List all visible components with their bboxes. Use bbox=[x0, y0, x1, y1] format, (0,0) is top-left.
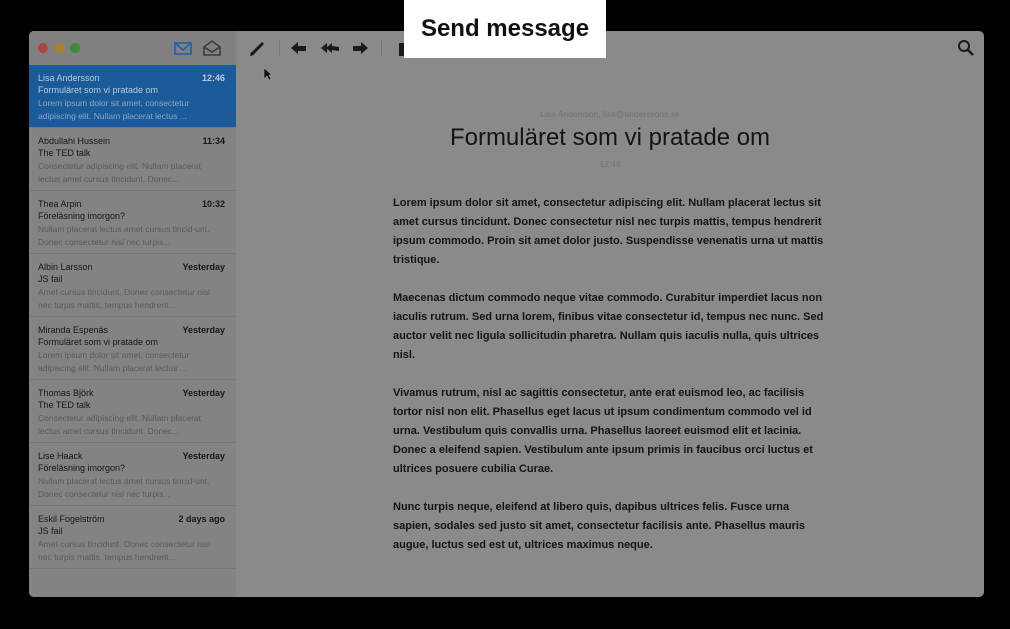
mail-title: Formuläret som vi pratade om bbox=[449, 124, 771, 151]
mail-body: Lorem ipsum dolor sit amet, consectetur … bbox=[393, 194, 829, 574]
message-sender: Albin Larsson bbox=[38, 262, 93, 272]
message-sender: Lisa Andersson bbox=[38, 73, 100, 83]
zoom-window-button[interactable] bbox=[70, 43, 80, 53]
message-time: 12:46 bbox=[201, 73, 225, 83]
message-list-item[interactable]: Thomas Björk Yesterday The TED talk Consect… bbox=[29, 380, 236, 443]
message-subject: Föreläsning imorgon? bbox=[38, 463, 126, 473]
reply-icon[interactable] bbox=[289, 39, 309, 57]
forward-icon[interactable] bbox=[350, 39, 370, 57]
message-subject: JS fail bbox=[38, 274, 63, 284]
message-preview: Lorem ipsum dolor sit amet, consectetur … bbox=[38, 98, 190, 121]
message-list-item[interactable]: Abdullahi Hussein 11:34 The TED talk Consec… bbox=[29, 128, 236, 191]
mail-paragraph: Maecenas dictum commodo neque vitae comm… bbox=[393, 292, 824, 361]
close-window-button[interactable] bbox=[38, 43, 48, 53]
message-subject: The TED talk bbox=[38, 148, 91, 158]
message-list-item[interactable]: Eskil Fogelström 2 days ago JS fail Amet cu… bbox=[29, 506, 236, 569]
toolbar-divider bbox=[279, 40, 280, 56]
message-subject: The TED talk bbox=[38, 400, 91, 410]
message-sender: Abdullahi Hussein bbox=[38, 136, 111, 146]
mail-from: Lisa Andersson, lisa@anderssons.se bbox=[540, 109, 680, 119]
mail-paragraph: Lorem ipsum dolor sit amet, consectetur … bbox=[393, 197, 824, 266]
send-message-label: Send message bbox=[404, 0, 606, 58]
toolbar-divider bbox=[381, 40, 382, 56]
reply-all-icon[interactable] bbox=[320, 39, 340, 57]
message-time: 11:34 bbox=[202, 136, 225, 146]
compose-icon[interactable] bbox=[248, 39, 268, 57]
message-preview: Consectetur adipiscing elit. Nullam plac… bbox=[38, 413, 201, 436]
search-icon[interactable] bbox=[956, 39, 976, 57]
mouse-cursor-icon bbox=[263, 67, 273, 81]
message-subject: Formuläret som vi pratade om bbox=[38, 85, 159, 95]
archive-icon[interactable] bbox=[202, 39, 222, 57]
message-list-item[interactable]: Thea Arpin 10:32 Föreläsning imorgon? Nulla… bbox=[29, 191, 236, 254]
message-preview: Consectetur adipiscing elit. Nullam plac… bbox=[38, 161, 201, 184]
message-list-item[interactable]: Lisa Andersson 12:46 Formuläret som vi pra… bbox=[29, 65, 236, 128]
mail-paragraph: Nunc turpis neque, eleifend at libero qu… bbox=[393, 501, 806, 551]
message-view: Lisa Andersson, lisa@anderssons.se Formu… bbox=[236, 65, 984, 597]
message-preview: Lorem ipsum dolor sit amet, consectetur … bbox=[38, 350, 190, 373]
message-time: Yesterday bbox=[182, 325, 225, 335]
message-list-item[interactable]: Albin Larsson Yesterday JS fail Amet cursus… bbox=[29, 254, 236, 317]
message-subject: Formuläret som vi pratade om bbox=[38, 337, 159, 347]
message-subject: JS fail bbox=[38, 526, 63, 536]
message-subject: Föreläsning imorgon? bbox=[38, 211, 126, 221]
message-sender: Thea Arpin bbox=[38, 199, 82, 209]
message-preview: Amet cursus tincidunt. Donec consectetur… bbox=[38, 539, 210, 562]
inbox-icon[interactable] bbox=[173, 39, 193, 57]
message-preview: Amet cursus tincidunt. Donec consectetur… bbox=[38, 287, 210, 310]
message-list-item[interactable]: Miranda Espenäs Yesterday Formuläret som v… bbox=[29, 317, 236, 380]
mail-time: 12:46 bbox=[599, 159, 621, 169]
sidebar-titlebar bbox=[29, 31, 236, 65]
message-time: Yesterday bbox=[182, 388, 225, 398]
toolbar bbox=[236, 31, 984, 65]
message-preview: Nullam placerat lectus amet cursus tinci… bbox=[38, 476, 210, 499]
mail-window: Lisa Andersson 12:46 Formuläret som vi pra… bbox=[29, 31, 984, 597]
sidebar: Lisa Andersson 12:46 Formuläret som vi pra… bbox=[29, 31, 236, 597]
mail-paragraph: Vivamus rutrum, nisl ac sagittis consect… bbox=[393, 387, 813, 475]
message-sender: Thomas Björk bbox=[38, 388, 94, 398]
message-time: 10:32 bbox=[201, 199, 225, 209]
message-preview: Nullam placerat lectus amet cursus tinci… bbox=[38, 224, 210, 247]
message-time: Yesterday bbox=[182, 262, 225, 272]
message-sender: Miranda Espenäs bbox=[38, 325, 109, 335]
message-list-item[interactable]: Lise Haack Yesterday Föreläsning imorgon? N… bbox=[29, 443, 236, 506]
message-time: Yesterday bbox=[182, 451, 225, 461]
message-list: Lisa Andersson 12:46 Formuläret som vi pra… bbox=[29, 65, 236, 569]
message-time: 2 days ago bbox=[178, 514, 225, 524]
minimize-window-button[interactable] bbox=[54, 43, 64, 53]
message-sender: Lise Haack bbox=[38, 451, 83, 461]
message-sender: Eskil Fogelström bbox=[38, 514, 105, 524]
